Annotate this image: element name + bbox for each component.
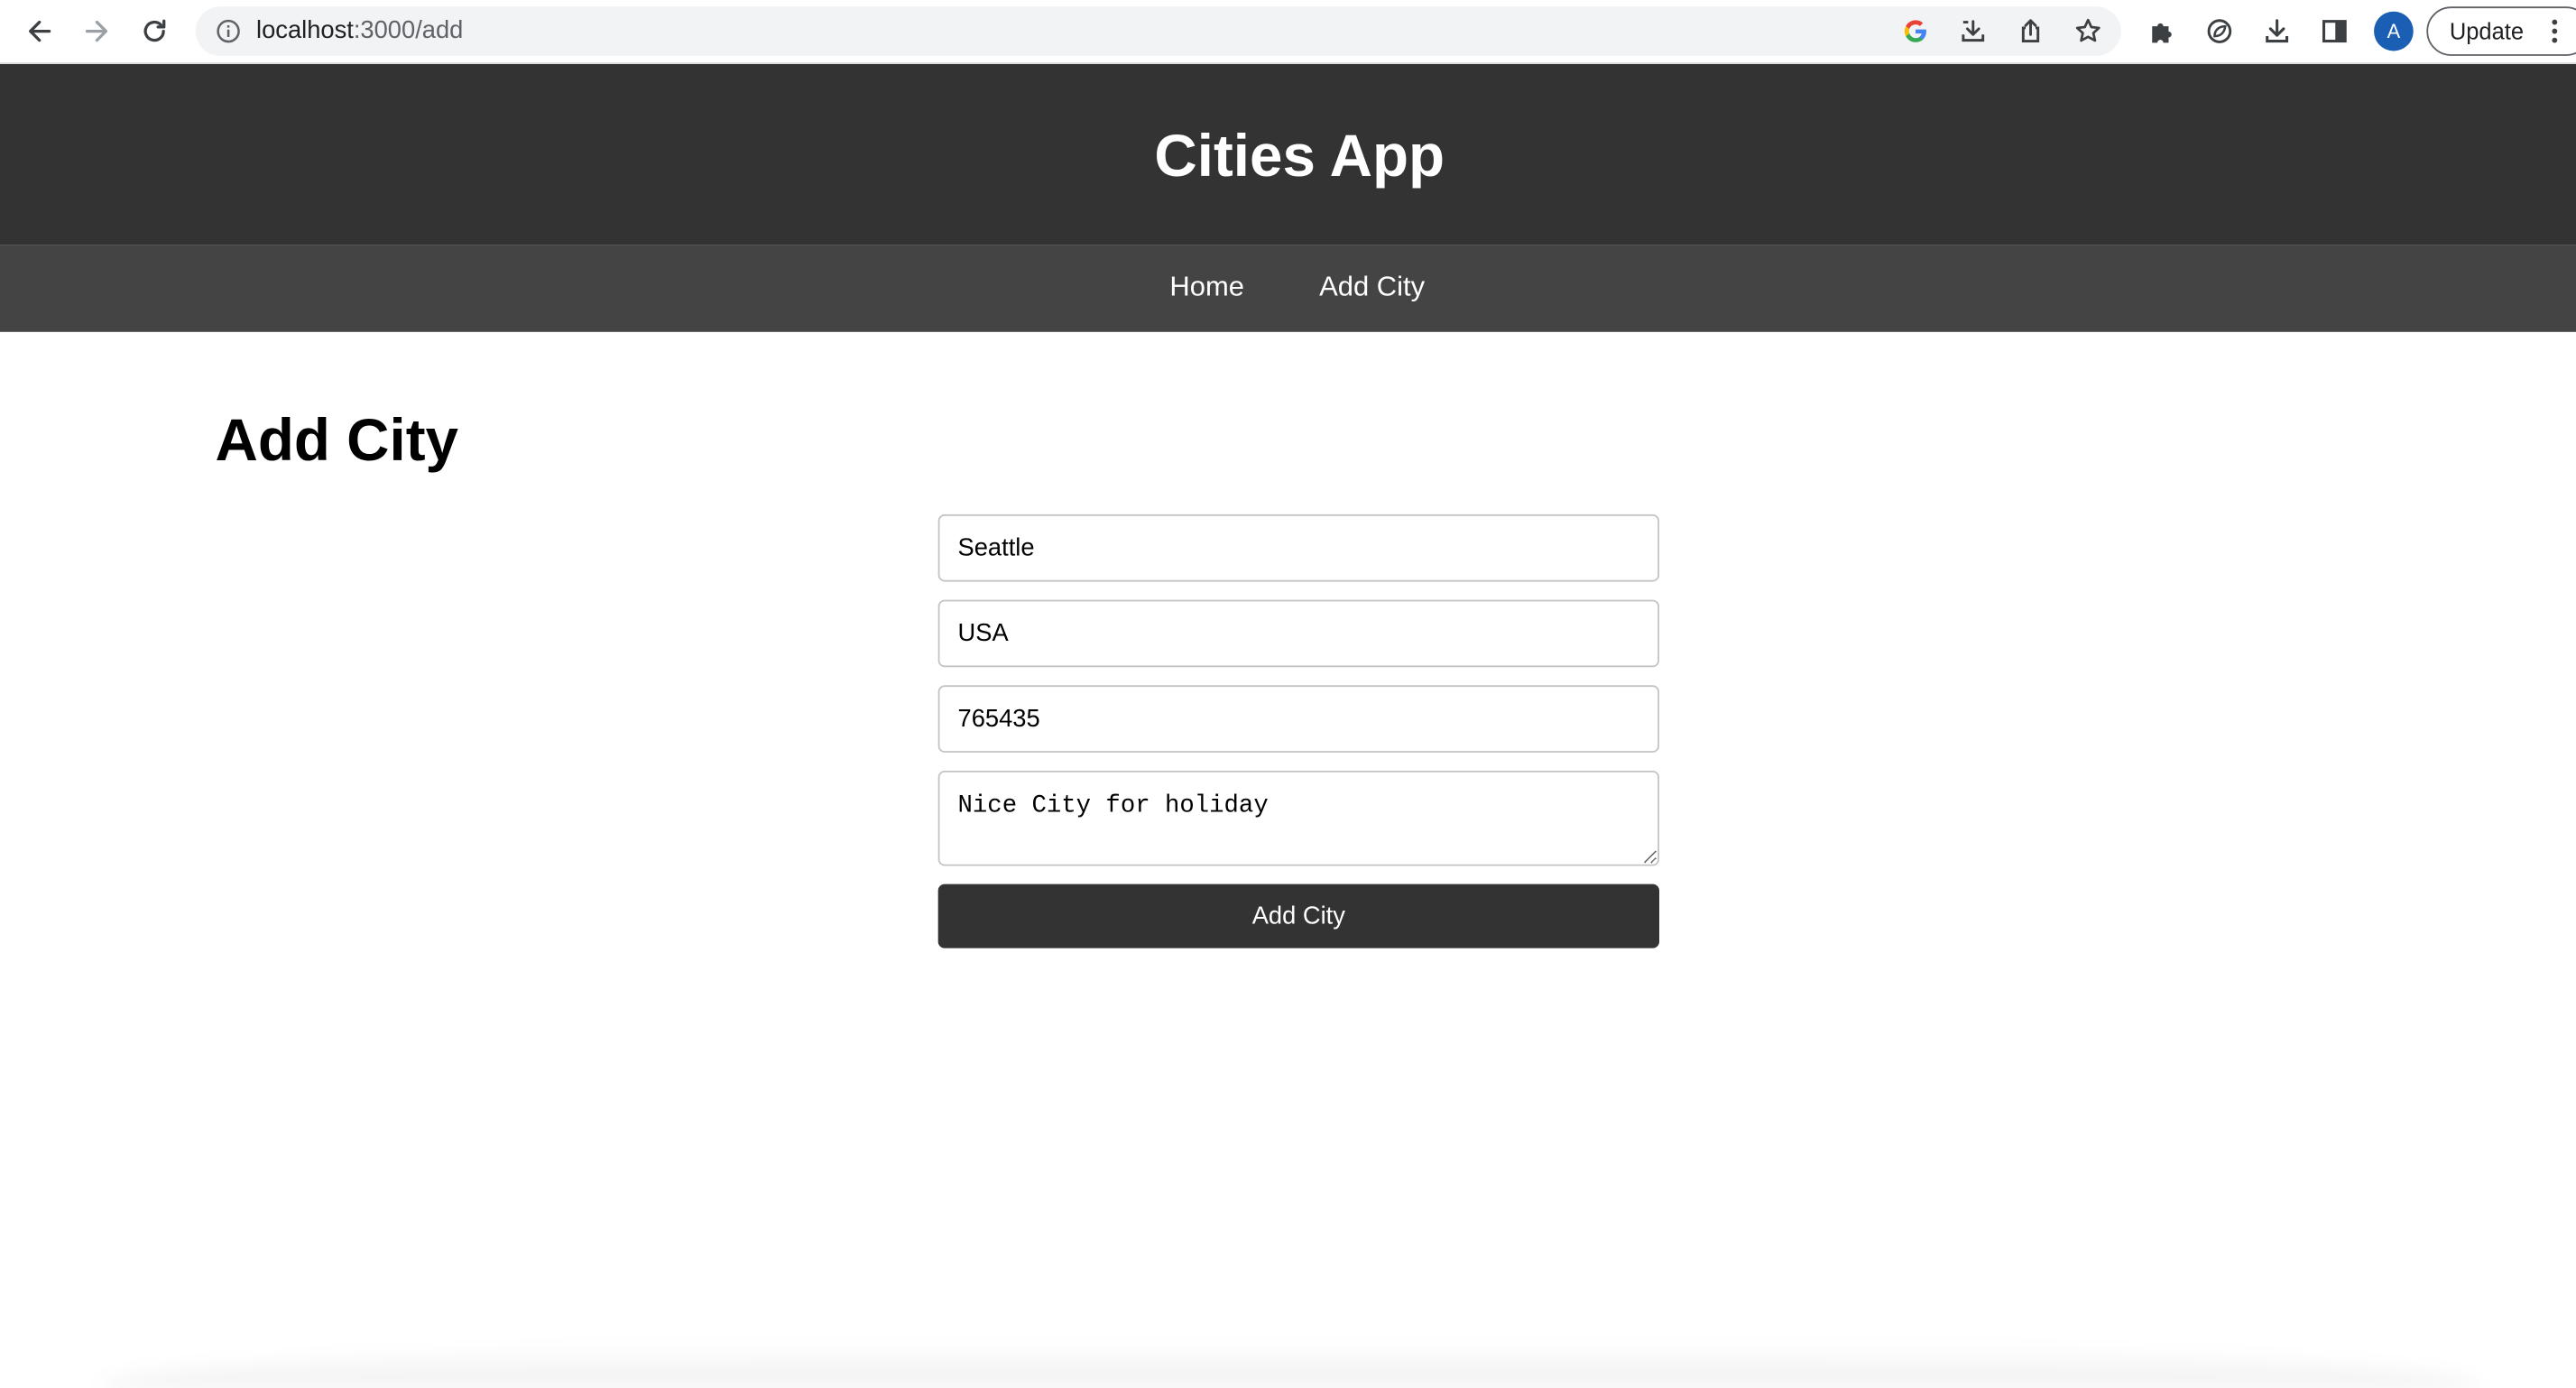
google-lens-button[interactable] (1894, 10, 1936, 52)
install-app-button[interactable] (1952, 10, 1994, 52)
app-title: Cities App (1154, 121, 1445, 190)
nav-link-home[interactable]: Home (1169, 271, 1244, 303)
add-city-submit-button[interactable]: Add City (937, 884, 1660, 948)
page-root: localhost:3000/add A Update Cities App H… (0, 0, 2576, 1388)
reload-button[interactable] (133, 10, 175, 52)
kebab-menu-icon[interactable] (2548, 18, 2562, 44)
url-path: :3000/add (353, 16, 464, 45)
bookmark-button[interactable] (2067, 10, 2110, 52)
bottom-shadow (98, 1338, 2481, 1388)
nav-link-add-city[interactable]: Add City (1319, 271, 1425, 303)
site-info-icon[interactable] (216, 18, 242, 44)
url-text: localhost:3000/add (256, 16, 464, 45)
share-icon (2021, 19, 2040, 42)
app-header: Cities App (0, 64, 2576, 245)
browser-toolbar: localhost:3000/add A Update (0, 0, 2576, 65)
extensions-button[interactable] (2141, 10, 2184, 52)
population-input[interactable] (937, 685, 1660, 753)
page-heading: Add City (215, 405, 459, 474)
url-host: localhost (256, 16, 354, 45)
reload-icon (143, 19, 166, 42)
country-input[interactable] (937, 599, 1660, 668)
description-textarea[interactable]: Nice City for holiday (937, 770, 1660, 866)
side-panel-icon (2322, 20, 2347, 43)
back-arrow-icon (29, 20, 51, 42)
address-bar[interactable]: localhost:3000/add (195, 6, 2121, 56)
share-button[interactable] (2009, 10, 2052, 52)
star-icon (2075, 18, 2101, 42)
back-button[interactable] (18, 10, 60, 52)
side-panel-button[interactable] (2313, 10, 2356, 52)
performance-button[interactable] (2198, 10, 2240, 52)
install-icon (1962, 20, 1985, 42)
app-nav: Home Add City (0, 245, 2576, 332)
forward-button[interactable] (76, 10, 118, 52)
update-label: Update (2449, 18, 2525, 45)
puzzle-icon (2152, 23, 2172, 43)
city-name-input[interactable] (937, 514, 1660, 582)
forward-arrow-icon (85, 20, 108, 42)
downloads-button[interactable] (2256, 10, 2298, 52)
speed-leaf-icon (2207, 19, 2232, 43)
profile-initial: A (2387, 19, 2401, 43)
google-g-icon (1904, 20, 1926, 42)
download-icon (2266, 19, 2289, 43)
profile-avatar[interactable]: A (2374, 11, 2414, 51)
